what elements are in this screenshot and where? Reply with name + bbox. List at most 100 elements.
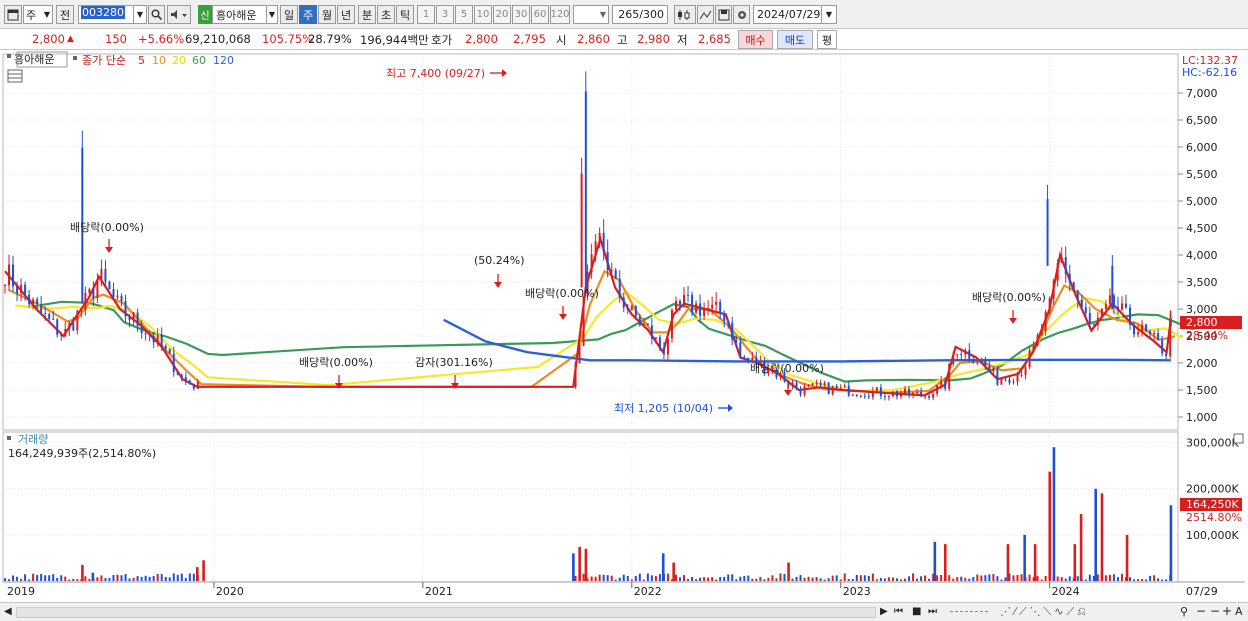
volume-peak-bar — [1100, 493, 1104, 581]
volume-bar — [618, 577, 621, 581]
candle-body — [815, 382, 818, 384]
interval-10[interactable]: 10 — [474, 5, 492, 24]
x-tick-label: 07/29 — [1186, 585, 1218, 598]
volume-panel-frame — [2, 431, 1179, 583]
candle-body — [908, 388, 911, 396]
candle-body — [847, 385, 850, 396]
interval-120[interactable]: 120 — [550, 5, 570, 24]
volume-bar — [723, 576, 726, 581]
volume-bar — [779, 573, 782, 581]
candle-type-icon[interactable] — [674, 5, 696, 24]
volume-bar — [654, 576, 657, 581]
volume-bar — [168, 577, 171, 581]
date-dropdown-icon[interactable]: ▼ — [821, 5, 837, 24]
interval-3[interactable]: 3 — [436, 5, 454, 24]
drawing-tools-icons[interactable]: ⋰⁄⟋⋱⟍∿⟋⎌ — [1000, 605, 1089, 619]
volume-bar — [715, 579, 718, 581]
candle-body — [891, 391, 894, 397]
candle-body — [976, 362, 979, 364]
volume-bar — [88, 578, 91, 581]
interval-5[interactable]: 5 — [455, 5, 473, 24]
gear-icon[interactable] — [733, 5, 750, 24]
period-tick[interactable]: 틱 — [396, 5, 414, 24]
candle-body — [24, 284, 27, 295]
candle-body — [867, 396, 870, 398]
candle-body — [36, 299, 39, 305]
period-month[interactable]: 월 — [318, 5, 336, 24]
volume-bar — [811, 577, 814, 581]
period-week[interactable]: 주 — [299, 5, 317, 24]
volume-peak-bar — [1169, 505, 1173, 581]
period-second[interactable]: 초 — [377, 5, 395, 24]
volume-bar — [904, 578, 906, 581]
search-icon[interactable] — [148, 5, 165, 24]
volume-peak-bar — [196, 567, 199, 581]
volume-bar — [180, 573, 183, 581]
volume-bar — [679, 577, 681, 581]
interval-20[interactable]: 20 — [493, 5, 511, 24]
volume-bar — [650, 575, 653, 581]
volume-bar — [835, 575, 838, 581]
window-menu-icon[interactable] — [4, 5, 22, 24]
volume-panel-close-icon[interactable] — [1233, 433, 1244, 444]
name-dropdown-icon[interactable]: ▼ — [266, 5, 278, 24]
interval-dropdown-icon[interactable]: ▼ — [573, 5, 609, 24]
volume-bar — [1149, 575, 1152, 581]
volume-ratio: 105.75% — [262, 32, 314, 46]
auto-scale-icon[interactable]: A — [1235, 605, 1243, 618]
stop-icon[interactable]: ■ — [912, 606, 921, 617]
volume-peak-bar — [1073, 544, 1077, 581]
code-dropdown-icon[interactable]: ▼ — [133, 5, 147, 24]
volume-bar — [634, 576, 637, 581]
zoom-out-icon[interactable]: − — [1196, 604, 1206, 618]
candle-body — [1161, 339, 1164, 354]
candle-body — [4, 285, 6, 287]
volume-bar — [683, 575, 686, 581]
volume-bar — [956, 577, 959, 581]
interval-60[interactable]: 60 — [531, 5, 549, 24]
table-icon[interactable] — [7, 69, 23, 83]
stock-code-input[interactable]: 003280 — [78, 5, 136, 24]
horizontal-scrollbar[interactable] — [16, 607, 876, 618]
hoga-label: 호가 — [431, 33, 453, 47]
volume-bar — [64, 576, 67, 581]
buy-button[interactable]: 매수 — [738, 30, 773, 49]
volume-bar — [602, 574, 605, 581]
draw-tool-icon[interactable] — [697, 5, 714, 24]
avg-button[interactable]: 평 — [817, 30, 837, 49]
sell-button[interactable]: 매도 — [777, 30, 813, 49]
period-year[interactable]: 년 — [337, 5, 355, 24]
speaker-icon[interactable] — [167, 5, 191, 24]
candle-body — [32, 299, 35, 305]
save-icon[interactable] — [715, 5, 732, 24]
first-page-icon[interactable]: ⏮ — [894, 606, 903, 617]
volume-bar — [1141, 578, 1144, 581]
volume-bar — [124, 574, 127, 581]
last-page-icon[interactable]: ⏭ — [928, 606, 937, 617]
candle-body — [1153, 333, 1156, 335]
zoom-search-icon[interactable]: ⚲ — [1180, 605, 1188, 618]
volume-bar — [891, 577, 894, 581]
interval-30[interactable]: 30 — [512, 5, 530, 24]
volume-bar — [743, 575, 746, 581]
prev-button[interactable]: 전 — [56, 5, 74, 24]
candle-body — [1141, 324, 1144, 333]
market-select[interactable]: 주 ▼ — [23, 5, 53, 24]
stock-chart[interactable]: 7,000 6,500 6,000 5,500 5,000 4,500 4,000 3,500… — [0, 50, 1248, 602]
interval-1[interactable]: 1 — [417, 5, 435, 24]
volume-peak-bar — [943, 544, 947, 581]
scroll-right-icon[interactable]: ▶ — [880, 606, 888, 617]
x-tick-label: 2022 — [634, 585, 662, 598]
turnover-rate: 28.79% — [308, 32, 352, 46]
zoom-in-icon[interactable]: + — [1222, 604, 1232, 618]
zoom-slider[interactable] — [950, 611, 988, 614]
legend-ma10: 10 — [152, 54, 166, 67]
zoom-reset-icon[interactable]: − — [1210, 604, 1220, 618]
period-minute[interactable]: 분 — [358, 5, 376, 24]
period-day[interactable]: 일 — [280, 5, 298, 24]
candle-body — [184, 377, 187, 381]
scroll-left-icon[interactable]: ◀ — [4, 606, 12, 617]
count-field[interactable]: 265/300 — [612, 5, 668, 24]
candle-body — [972, 359, 975, 363]
candle-body — [924, 395, 927, 397]
